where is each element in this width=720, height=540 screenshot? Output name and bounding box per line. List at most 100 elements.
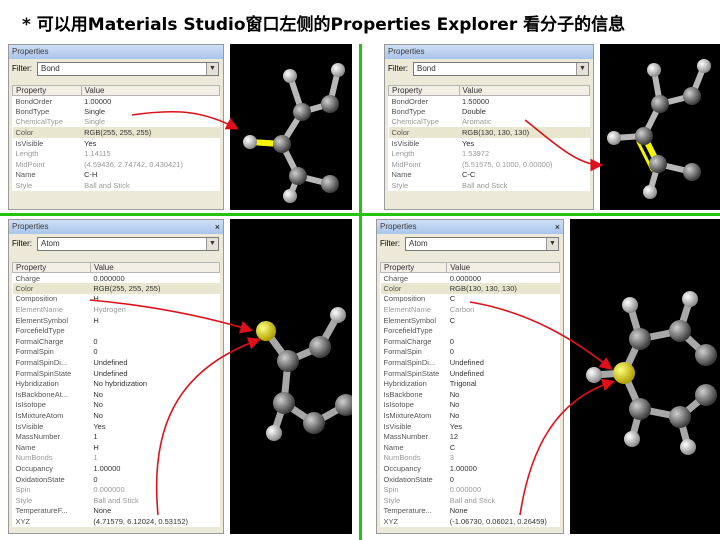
column-header-property[interactable]: Property bbox=[379, 262, 448, 273]
table-row[interactable]: FormalSpinDi... Undefined bbox=[13, 357, 220, 368]
table-row[interactable]: IsIsotope No bbox=[381, 400, 560, 411]
table-row[interactable]: XYZ (-1.06730, 0.06021, 0.26459) bbox=[381, 516, 560, 527]
table-row[interactable]: Occupancy 1.00000 bbox=[381, 463, 560, 474]
table-row[interactable]: IsMixtureAtom No bbox=[13, 410, 220, 421]
table-row[interactable]: FormalSpinState Undefined bbox=[381, 368, 560, 379]
column-header-value[interactable]: Value bbox=[446, 262, 560, 273]
panel-header: Properties bbox=[385, 45, 593, 59]
table-row[interactable]: BondOrder 1.00000 bbox=[13, 96, 220, 107]
table-row[interactable]: BondType Single bbox=[13, 106, 220, 117]
table-row[interactable]: IsVisible Yes bbox=[13, 138, 220, 149]
column-header-value[interactable]: Value bbox=[458, 85, 591, 96]
table-row[interactable]: FormalSpinDi... Undefined bbox=[381, 357, 560, 368]
table-row[interactable]: Color RGB(255, 255, 255) bbox=[12, 127, 220, 138]
column-header-value[interactable]: Value bbox=[80, 85, 221, 96]
property-value: Undefined bbox=[449, 358, 484, 368]
table-row[interactable]: Charge 0.000000 bbox=[381, 273, 560, 284]
table-row[interactable]: MassNumber 1 bbox=[13, 431, 220, 442]
table-row[interactable]: Name C-H bbox=[13, 170, 220, 181]
filter-label: Filter: bbox=[12, 64, 32, 73]
table-row[interactable]: NumBonds 3 bbox=[381, 453, 560, 464]
table-row[interactable]: Temperature... None bbox=[381, 506, 560, 517]
table-row[interactable]: Hybridization No hybridization bbox=[13, 378, 220, 389]
filter-row: Filter: Atom ▼ bbox=[377, 234, 563, 254]
table-row[interactable]: FormalSpin 0 bbox=[13, 347, 220, 358]
table-row[interactable]: MidPoint (4.59436, 2.74742, 0.430421) bbox=[13, 159, 220, 170]
filter-dropdown[interactable]: Atom ▼ bbox=[37, 237, 219, 251]
table-row[interactable]: FormalCharge 0 bbox=[381, 336, 560, 347]
table-row[interactable]: ElementName Carbon bbox=[381, 304, 560, 315]
table-row[interactable]: NumBonds 1 bbox=[13, 453, 220, 464]
table-row[interactable]: IsVisible Yes bbox=[389, 138, 590, 149]
table-row[interactable]: IsVisible Yes bbox=[13, 421, 220, 432]
table-row[interactable]: FormalCharge 0 bbox=[13, 336, 220, 347]
table-row[interactable]: IsBackboneAt... No bbox=[13, 389, 220, 400]
property-value: Hydrogen bbox=[93, 305, 126, 315]
table-row[interactable]: IsMixtureAtom No bbox=[381, 410, 560, 421]
table-row[interactable]: FormalSpin 0 bbox=[381, 347, 560, 358]
column-header-property[interactable]: Property bbox=[388, 85, 460, 96]
table-row[interactable]: Composition H bbox=[13, 294, 220, 305]
table-row[interactable]: Style Ball and Stick bbox=[381, 495, 560, 506]
property-name: IsVisible bbox=[15, 138, 44, 148]
table-row[interactable]: ElementSymbol H bbox=[13, 315, 220, 326]
table-row[interactable]: Charge 0.000000 bbox=[13, 273, 220, 284]
table-row[interactable]: IsIsotope No bbox=[13, 400, 220, 411]
column-header-property[interactable]: Property bbox=[12, 262, 91, 273]
property-value: C bbox=[449, 315, 456, 325]
column-header-value[interactable]: Value bbox=[89, 262, 221, 273]
table-row[interactable]: IsVisible Yes bbox=[381, 421, 560, 432]
table-row[interactable]: MidPoint (5.51575, 0.1000, 0.00000) bbox=[389, 159, 590, 170]
column-header-property[interactable]: Property bbox=[12, 85, 82, 96]
property-value: RGB(255, 255, 255) bbox=[90, 283, 220, 294]
filter-dropdown[interactable]: Bond ▼ bbox=[37, 62, 219, 76]
table-row[interactable]: Hybridization Trigonal bbox=[381, 378, 560, 389]
chevron-down-icon[interactable]: ▼ bbox=[576, 63, 588, 75]
table-row[interactable]: FormalSpinState Undefined bbox=[13, 368, 220, 379]
molecule-viewer[interactable] bbox=[230, 44, 352, 210]
table-row[interactable]: Color RGB(255, 255, 255) bbox=[12, 283, 220, 294]
table-row[interactable]: XYZ (4.71579, 6.12024, 0.53152) bbox=[13, 516, 220, 527]
property-name: IsVisible bbox=[15, 421, 44, 431]
panel-header: Properties × bbox=[9, 220, 223, 234]
table-row[interactable]: Spin 0.000000 bbox=[381, 484, 560, 495]
table-row[interactable]: ForcefieldType bbox=[381, 325, 560, 336]
table-row[interactable]: Spin 0.000000 bbox=[13, 484, 220, 495]
filter-dropdown[interactable]: Bond ▼ bbox=[413, 62, 589, 76]
filter-dropdown[interactable]: Atom ▼ bbox=[405, 237, 559, 251]
table-row[interactable]: Color RGB(130, 130, 130) bbox=[380, 283, 560, 294]
molecule-viewer[interactable] bbox=[570, 219, 720, 534]
table-row[interactable]: OxidationState 0 bbox=[381, 474, 560, 485]
table-row[interactable]: MassNumber 12 bbox=[381, 431, 560, 442]
table-row[interactable]: Style Ball and Stick bbox=[13, 495, 220, 506]
table-row[interactable]: Occupancy 1.00000 bbox=[13, 463, 220, 474]
table-row[interactable]: Composition C bbox=[381, 294, 560, 305]
molecule-viewer[interactable] bbox=[230, 219, 352, 534]
table-row[interactable]: ElementName Hydrogen bbox=[13, 304, 220, 315]
table-row[interactable]: Color RGB(130, 130, 130) bbox=[388, 127, 590, 138]
panel-header: Properties × bbox=[377, 220, 563, 234]
table-row[interactable]: Length 1.53972 bbox=[389, 148, 590, 159]
table-row[interactable]: ForcefieldType bbox=[13, 325, 220, 336]
property-value: 3 bbox=[449, 453, 454, 463]
close-icon[interactable]: × bbox=[215, 220, 220, 234]
table-row[interactable]: ChemicalType Single bbox=[13, 117, 220, 128]
table-row[interactable]: Name H bbox=[13, 442, 220, 453]
close-icon[interactable]: × bbox=[555, 220, 560, 234]
table-row[interactable]: Style Ball and Stick bbox=[389, 180, 590, 191]
table-row[interactable]: TemperatureF... None bbox=[13, 506, 220, 517]
chevron-down-icon[interactable]: ▼ bbox=[206, 63, 218, 75]
chevron-down-icon[interactable]: ▼ bbox=[206, 238, 218, 250]
molecule-viewer[interactable] bbox=[600, 44, 720, 210]
table-row[interactable]: BondOrder 1.50000 bbox=[389, 96, 590, 107]
table-row[interactable]: BondType Double bbox=[389, 106, 590, 117]
table-row[interactable]: ElementSymbol C bbox=[381, 315, 560, 326]
table-row[interactable]: ChemicalType Aromatic bbox=[389, 117, 590, 128]
table-row[interactable]: Length 1.14115 bbox=[13, 148, 220, 159]
table-row[interactable]: Style Ball and Stick bbox=[13, 180, 220, 191]
chevron-down-icon[interactable]: ▼ bbox=[546, 238, 558, 250]
table-row[interactable]: OxidationState 0 bbox=[13, 474, 220, 485]
table-row[interactable]: Name C-C bbox=[389, 170, 590, 181]
table-row[interactable]: IsBackbone No bbox=[381, 389, 560, 400]
table-row[interactable]: Name C bbox=[381, 442, 560, 453]
